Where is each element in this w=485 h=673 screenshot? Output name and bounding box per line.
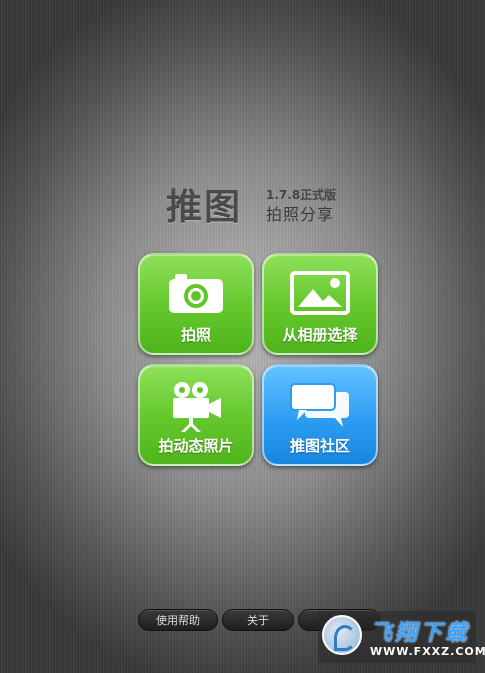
watermark: 飞翔下载 WWW.FXXZ.COM <box>318 611 485 663</box>
chat-bubbles-icon <box>264 380 376 432</box>
video-camera-icon <box>140 380 252 432</box>
logo-subtitle: 拍照分享 <box>266 205 335 224</box>
logo-title: 推图 <box>166 187 243 228</box>
take-photo-label: 拍照 <box>180 326 211 344</box>
picture-icon <box>264 269 376 321</box>
dynamic-photo-label: 拍动态照片 <box>158 437 234 455</box>
logo-version: 1.7.8正式版 <box>266 188 337 202</box>
choose-from-album-label: 从相册选择 <box>282 326 358 344</box>
app-logo: 推图 1.7.8正式版 拍照分享 <box>166 186 356 230</box>
community-label: 推图社区 <box>289 437 350 455</box>
watermark-url: WWW.FXXZ.COM <box>370 645 485 658</box>
community-tile[interactable]: 推图社区 <box>262 364 378 466</box>
choose-from-album-tile[interactable]: 从相册选择 <box>262 253 378 355</box>
camera-icon <box>140 269 252 321</box>
take-photo-tile[interactable]: 拍照 <box>138 253 254 355</box>
watermark-title: 飞翔下载 <box>370 621 471 646</box>
dynamic-photo-tile[interactable]: 拍动态照片 <box>138 364 254 466</box>
help-button[interactable]: 使用帮助 <box>138 609 218 631</box>
about-button[interactable]: 关于 <box>222 609 294 631</box>
watermark-logo-icon <box>322 615 362 655</box>
